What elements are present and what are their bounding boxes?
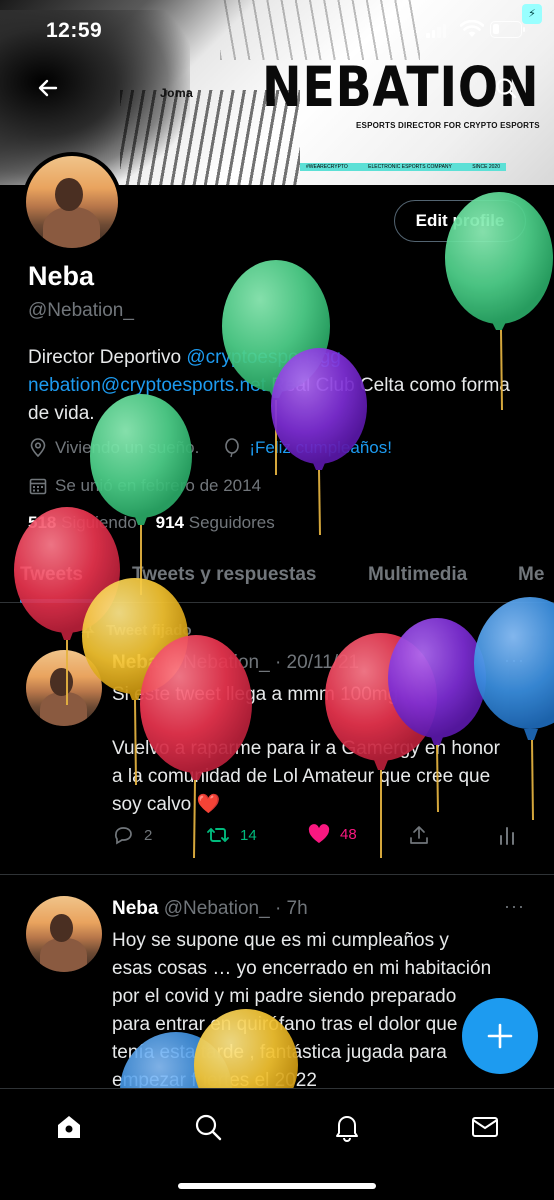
profile-avatar[interactable] bbox=[22, 152, 122, 252]
profile-tabs: Tweets Tweets y respuestas Multimedia Me bbox=[0, 555, 554, 603]
location-pin-icon bbox=[30, 438, 46, 458]
tweet-timestamp: · 20/11/21 bbox=[274, 652, 360, 673]
pinned-label: Tweet fijado bbox=[80, 622, 192, 639]
analytics-icon bbox=[500, 827, 514, 845]
analytics-button[interactable] bbox=[496, 824, 518, 846]
banner-brand-logo: Joma bbox=[160, 86, 194, 100]
avatar-image bbox=[26, 156, 118, 248]
tab-tweets[interactable]: Tweets bbox=[20, 564, 83, 586]
nav-home[interactable] bbox=[49, 1107, 89, 1147]
profile-handle: @Nebation_ bbox=[28, 300, 134, 321]
follow-stats: 518 Siguiendo 914 Seguidores bbox=[28, 513, 275, 533]
nav-search[interactable] bbox=[188, 1107, 228, 1147]
retweet-button[interactable]: 14 bbox=[206, 824, 257, 846]
tweet-author-handle: @Nebation_ bbox=[163, 898, 270, 919]
tweet-author-name[interactable]: Neba bbox=[112, 652, 158, 673]
nav-messages[interactable] bbox=[465, 1107, 505, 1147]
banner-strip-text: SINCE 2020 bbox=[472, 164, 500, 170]
tweet-actions: 2 14 48 bbox=[112, 824, 532, 852]
tweet-header: Neba @Nebation_ · 7h bbox=[112, 898, 308, 920]
more-options-icon[interactable]: ··· bbox=[504, 896, 525, 917]
banner-strip: #WEARECRYPTO ELECTRONIC ESPORTS COMPANY … bbox=[300, 163, 506, 171]
tweet-timestamp: · 7h bbox=[274, 898, 308, 919]
profile-joined-row: Se unió en febrero de 2014 bbox=[28, 476, 261, 496]
profile-bio: Director Deportivo @cryptoesportsgg neba… bbox=[28, 344, 528, 428]
search-icon bbox=[496, 78, 517, 99]
back-button[interactable] bbox=[30, 70, 66, 106]
pin-icon bbox=[81, 622, 95, 638]
profile-location: Viviendo un sueño. bbox=[55, 438, 200, 457]
active-tab-indicator bbox=[20, 599, 94, 603]
share-button[interactable] bbox=[408, 824, 430, 846]
more-options-icon[interactable]: ··· bbox=[504, 650, 525, 671]
followers-link[interactable]: 914 Seguidores bbox=[156, 513, 275, 532]
cellular-signal-icon bbox=[426, 24, 446, 38]
status-time: 12:59 bbox=[46, 19, 103, 42]
compose-tweet-button[interactable] bbox=[462, 998, 538, 1074]
nav-notifications[interactable] bbox=[327, 1107, 367, 1147]
banner-strip-text: #WEARECRYPTO bbox=[306, 164, 348, 170]
tweet-divider bbox=[0, 874, 554, 875]
retweet-icon bbox=[207, 828, 229, 842]
banner-strip-text: ELECTRONIC ESPORTS COMPANY bbox=[368, 164, 452, 170]
arrow-left-icon bbox=[38, 79, 58, 97]
reply-button[interactable]: 2 bbox=[112, 824, 152, 846]
bell-icon bbox=[336, 1116, 358, 1142]
banner-subtitle: ESPORTS DIRECTOR FOR CRYPTO ESPORTS bbox=[356, 121, 540, 130]
search-icon bbox=[195, 1114, 222, 1141]
bio-mention-link[interactable]: @cryptoesportsgg bbox=[186, 347, 340, 368]
tab-media[interactable]: Multimedia bbox=[368, 564, 467, 586]
home-icon bbox=[58, 1116, 80, 1138]
calendar-icon bbox=[29, 478, 47, 495]
status-bar: 12:59 ⚡ bbox=[0, 0, 554, 60]
battery-icon bbox=[490, 21, 525, 38]
birthday-text[interactable]: ¡Feliz cumpleaños! bbox=[249, 438, 392, 458]
wifi-icon bbox=[460, 20, 484, 37]
profile-joined: Se unió en febrero de 2014 bbox=[55, 476, 262, 495]
tab-tweets-replies[interactable]: Tweets y respuestas bbox=[132, 564, 316, 586]
tweet-avatar[interactable] bbox=[26, 896, 102, 972]
balloon-icon bbox=[225, 438, 240, 458]
home-indicator bbox=[178, 1183, 376, 1189]
tweet-author-handle: @Nebation_ bbox=[163, 652, 270, 673]
tweet-author-name[interactable]: Neba bbox=[112, 898, 158, 919]
search-button[interactable] bbox=[488, 70, 524, 106]
heart-filled-icon bbox=[308, 824, 330, 843]
tweet-avatar[interactable] bbox=[26, 650, 102, 726]
bio-email-link[interactable]: nebation@cryptoesports.net bbox=[28, 375, 266, 396]
profile-meta-row: Viviendo un sueño. ¡Feliz cumpleaños! bbox=[28, 438, 392, 458]
tab-likes[interactable]: Me bbox=[518, 564, 544, 586]
tweet-text: Si este tweet llega a mmm 100mg bbox=[112, 684, 399, 705]
plus-icon bbox=[487, 1023, 513, 1049]
reply-icon bbox=[114, 827, 132, 845]
share-icon bbox=[410, 826, 428, 844]
tweet-text: Hoy se supone que es mi cumpleaños y esa… bbox=[112, 930, 492, 1091]
charging-badge: ⚡ bbox=[522, 4, 542, 24]
tweet-header: Neba @Nebation_ · 20/11/21 bbox=[112, 652, 359, 674]
tweet-text: Vuelvo a raparme para ir a Gamergy en ho… bbox=[112, 738, 500, 815]
like-button[interactable]: 48 bbox=[308, 824, 357, 844]
following-link[interactable]: 518 Siguiendo bbox=[28, 513, 137, 532]
profile-name: Neba bbox=[28, 261, 95, 291]
mail-icon bbox=[472, 1117, 498, 1137]
edit-profile-button[interactable]: Edit profile bbox=[394, 200, 526, 242]
bio-text: Director Deportivo bbox=[28, 347, 187, 368]
